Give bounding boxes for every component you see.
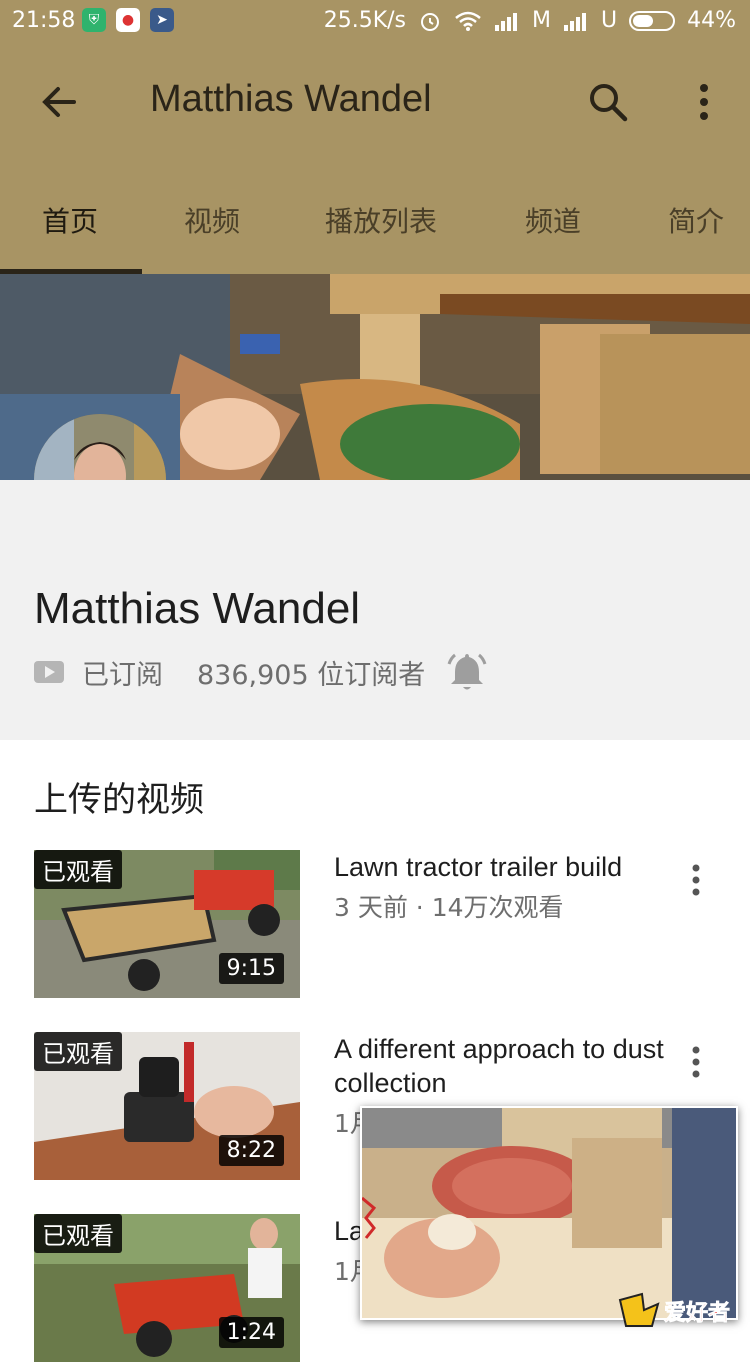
- tab-home[interactable]: 首页: [42, 200, 98, 240]
- watermark-logo: 爱好者: [618, 1290, 744, 1330]
- signal-icon: [563, 12, 586, 31]
- battery-percent: 44%: [687, 8, 736, 33]
- tab-videos[interactable]: 视频: [184, 200, 240, 240]
- list-item[interactable]: 已观看 9:15 Lawn tractor trailer build 3 天前…: [0, 850, 750, 1000]
- shield-app-icon: ⛨: [82, 8, 106, 32]
- tab-about[interactable]: 简介: [668, 200, 724, 240]
- video-meta: 3 天前 · 14万次观看: [334, 893, 564, 922]
- video-title[interactable]: Lawn tractor trailer build: [334, 850, 664, 884]
- telegram-app-icon: ➤: [150, 8, 174, 32]
- app-bar: Matthias Wandel 首页 视频 播放列表 频道 简介: [0, 42, 750, 274]
- video-thumbnail[interactable]: 已观看 1:24: [34, 1214, 300, 1362]
- subscriber-count: 836,905 位订阅者: [197, 659, 426, 691]
- youtube-play-icon: [34, 661, 64, 683]
- status-bar: 21:58 ⛨ ● ➤ 25.5K/s M U 44%: [0, 0, 750, 42]
- search-icon[interactable]: [586, 80, 630, 124]
- tab-bar: 首页 视频 播放列表 频道 简介: [0, 182, 750, 274]
- video-title[interactable]: A different approach to dust collection: [334, 1032, 664, 1100]
- notification-bell-icon[interactable]: [445, 650, 489, 694]
- svg-text:爱好者: 爱好者: [664, 1300, 730, 1326]
- video-thumbnail[interactable]: 已观看 8:22: [34, 1032, 300, 1180]
- tab-playlists[interactable]: 播放列表: [325, 200, 437, 240]
- maps-app-icon: ●: [116, 8, 140, 32]
- watched-badge: 已观看: [34, 850, 122, 889]
- carrier-label: U: [600, 8, 618, 33]
- more-vertical-icon[interactable]: [686, 862, 706, 898]
- watched-badge: 已观看: [34, 1214, 122, 1253]
- more-vertical-icon[interactable]: [686, 1044, 706, 1080]
- alarm-icon: [421, 12, 439, 31]
- battery-icon: [629, 10, 676, 31]
- status-time: 21:58: [12, 8, 76, 33]
- video-thumbnail[interactable]: 已观看 9:15: [34, 850, 300, 998]
- video-duration: 8:22: [218, 1135, 284, 1166]
- video-duration: 9:15: [218, 953, 284, 984]
- more-vertical-icon[interactable]: [690, 80, 718, 124]
- tab-channels[interactable]: 频道: [525, 200, 581, 240]
- video-duration: 1:24: [218, 1317, 284, 1348]
- uploads-section-title: 上传的视频: [34, 780, 204, 820]
- subscription-row: 已订阅 836,905 位订阅者: [34, 650, 489, 694]
- network-speed: 25.5K/s: [323, 8, 406, 33]
- mini-player[interactable]: [360, 1106, 738, 1320]
- signal-icon: [495, 12, 517, 31]
- channel-name: Matthias Wandel: [34, 584, 361, 633]
- watched-badge: 已观看: [34, 1032, 122, 1071]
- carrier-label: M: [532, 8, 551, 33]
- channel-header: Matthias Wandel 已订阅 836,905 位订阅者: [0, 480, 750, 740]
- subscribed-button[interactable]: 已订阅: [82, 653, 163, 692]
- channel-title: Matthias Wandel: [150, 78, 432, 120]
- wifi-icon: [455, 11, 481, 31]
- arrow-left-icon[interactable]: [38, 80, 82, 124]
